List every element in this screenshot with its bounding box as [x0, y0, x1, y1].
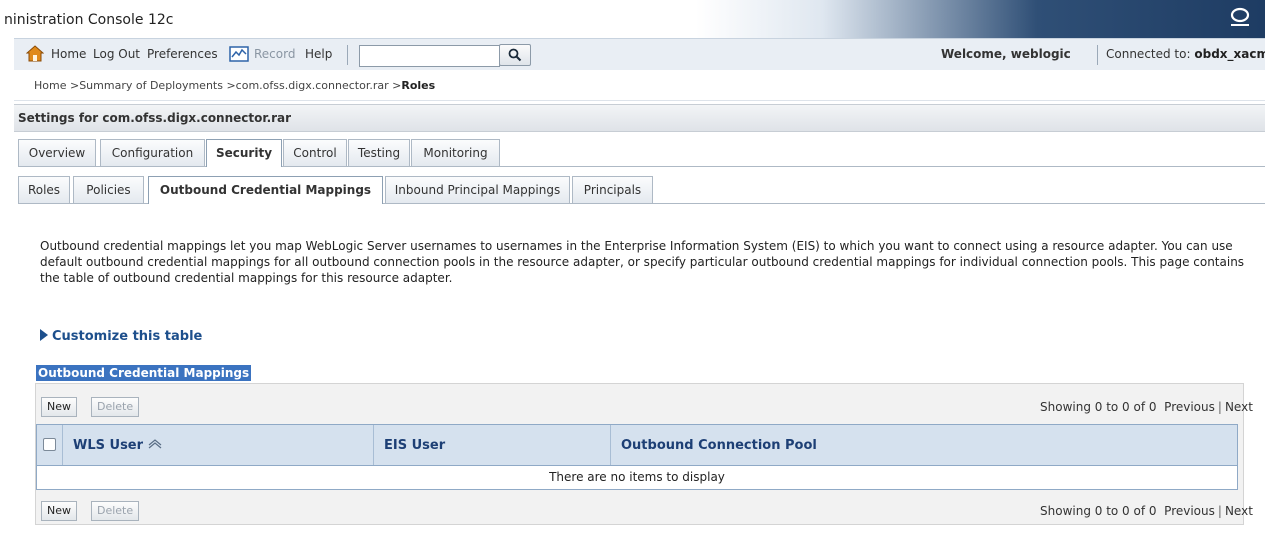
expand-triangle-icon [40, 329, 48, 341]
breadcrumb-current: Roles [401, 79, 436, 92]
subtab-outbound-credential-mappings[interactable]: Outbound Credential Mappings [148, 176, 383, 204]
settings-header: Settings for com.ofss.digx.connector.rar [14, 104, 1265, 132]
showing-text-bottom: Showing 0 to 0 of 0 [1040, 504, 1157, 518]
outbound-connection-pool-header: Outbound Connection Pool [621, 438, 817, 453]
eis-user-header: EIS User [384, 438, 446, 453]
table-title: Outbound Credential Mappings [36, 365, 252, 381]
empty-table-message: There are no items to display [549, 470, 725, 484]
connected-label: Connected to: [1106, 47, 1191, 61]
column-outbound-connection-pool[interactable]: Outbound Connection Pool [611, 425, 1236, 465]
page-description: Outbound credential mappings let you map… [40, 239, 1245, 285]
settings-title: Settings for com.ofss.digx.connector.rar [18, 111, 292, 125]
table-header: WLS User EIS User Outbound Connection Po… [37, 425, 1237, 466]
delete-button-bottom[interactable]: Delete [91, 501, 140, 521]
connected-to: Connected to: obdx_xacm [1106, 47, 1265, 61]
window-title: ninistration Console 12c [4, 12, 174, 28]
customize-table-link[interactable]: Customize this table [40, 329, 202, 344]
select-all-checkbox[interactable] [43, 438, 56, 451]
select-all-column [37, 425, 63, 465]
new-button[interactable]: New [41, 397, 77, 417]
tab-testing[interactable]: Testing [348, 139, 410, 166]
column-wls-user[interactable]: WLS User [63, 425, 374, 465]
showing-text: Showing 0 to 0 of 0 [1040, 400, 1157, 414]
column-eis-user[interactable]: EIS User [374, 425, 611, 465]
breadcrumb-trail: Home >Summary of Deployments >com.ofss.d… [34, 79, 435, 92]
subtab-principals[interactable]: Principals [572, 176, 653, 203]
next-link[interactable]: Next [1225, 400, 1253, 414]
search-icon [508, 48, 522, 62]
toolbar-divider [1097, 45, 1098, 65]
oracle-logo-icon [1230, 7, 1250, 26]
wls-user-header: WLS User [73, 438, 162, 453]
subtab-policies[interactable]: Policies [73, 176, 144, 203]
sort-ascending-icon [148, 439, 161, 449]
previous-link[interactable]: Previous [1164, 400, 1215, 414]
logout-link[interactable]: Log Out [93, 47, 140, 61]
connected-domain: obdx_xacm [1194, 47, 1265, 61]
pager-top: Showing 0 to 0 of 0 Previous | Next [1040, 400, 1253, 414]
next-link-bottom[interactable]: Next [1225, 504, 1253, 518]
help-link[interactable]: Help [305, 47, 332, 61]
customize-label: Customize this table [52, 329, 203, 344]
search-input[interactable] [359, 45, 500, 67]
tab-configuration[interactable]: Configuration [100, 139, 205, 166]
tab-monitoring[interactable]: Monitoring [411, 139, 500, 166]
welcome-text: Welcome, weblogic [941, 47, 1071, 61]
tab-overview[interactable]: Overview [18, 139, 96, 166]
record-link[interactable]: Record [254, 47, 295, 61]
record-icon [229, 46, 249, 62]
pager-bottom: Showing 0 to 0 of 0 Previous | Next [1040, 504, 1253, 518]
home-icon[interactable] [26, 45, 44, 62]
tab-control[interactable]: Control [283, 139, 347, 166]
search-button[interactable] [499, 44, 531, 66]
delete-button[interactable]: Delete [91, 397, 140, 417]
data-table: WLS User EIS User Outbound Connection Po… [36, 424, 1238, 490]
wls-user-label: WLS User [73, 438, 144, 453]
new-button-bottom[interactable]: New [41, 501, 77, 521]
breadcrumb: Home >Summary of Deployments >com.ofss.d… [14, 70, 1265, 101]
home-link[interactable]: Home [51, 47, 86, 61]
subtab-inbound-principal-mappings[interactable]: Inbound Principal Mappings [385, 176, 570, 203]
title-bar: ninistration Console 12c [0, 0, 1265, 38]
breadcrumb-path[interactable]: Home >Summary of Deployments >com.ofss.d… [34, 79, 401, 92]
subtab-roles[interactable]: Roles [18, 176, 70, 203]
previous-link-bottom[interactable]: Previous [1164, 504, 1215, 518]
tab-security[interactable]: Security [206, 139, 282, 167]
preferences-link[interactable]: Preferences [147, 47, 218, 61]
toolbar-divider [347, 45, 348, 65]
toolbar: Home Log Out Preferences Record Help Wel… [14, 38, 1265, 72]
